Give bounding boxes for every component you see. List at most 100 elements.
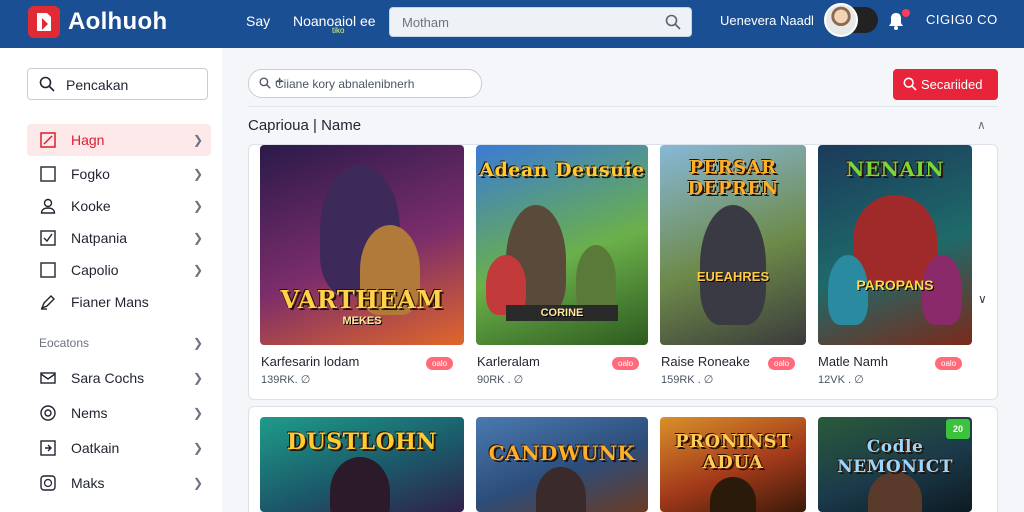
game-art-title: Adean Deusuie: [479, 159, 645, 181]
game-card-art[interactable]: NENAIN PAROPANS: [818, 145, 972, 345]
game-art-subtitle: CORINE: [506, 305, 618, 321]
nav-link-say[interactable]: Say: [246, 13, 270, 29]
chevron-right-icon: ❯: [192, 167, 203, 181]
game-card-art[interactable]: PRONINST ADUA: [660, 417, 806, 512]
game-art-subtitle: PAROPANS: [856, 277, 934, 293]
square-icon: [40, 166, 56, 182]
game-card-badge: oalo: [935, 357, 963, 370]
sidebar-item-fianer-mans[interactable]: Fianer Mans: [27, 286, 211, 318]
mail-icon: [40, 372, 56, 384]
game-card-meta: 90RK . ∅: [477, 374, 524, 386]
game-art-title: PERSAR DEPREN: [687, 157, 779, 199]
game-art-title: CANDWUNK: [488, 441, 636, 465]
game-card-title[interactable]: Raise Roneake: [661, 354, 750, 369]
square-icon: [40, 262, 56, 278]
sidebar: Pencakan Hagn ❯ Fogko ❯ Kooke ❯ Natpania…: [0, 48, 222, 512]
sidebar-item-natpania[interactable]: Natpania ❯: [27, 222, 211, 254]
chevron-right-icon: ❯: [192, 406, 203, 420]
game-card-art[interactable]: VARTHEAM MEKES: [260, 145, 464, 345]
sidebar-item-capolio[interactable]: Capolio ❯: [27, 254, 211, 286]
app-name: Aolhuoh: [68, 8, 168, 35]
sidebar-item-kooke[interactable]: Kooke ❯: [27, 190, 211, 222]
toolbar-divider: [248, 106, 998, 107]
chevron-right-icon[interactable]: ❯: [193, 336, 203, 350]
nav-badge: tiko: [332, 26, 345, 35]
sidebar-item-hagn[interactable]: Hagn ❯: [27, 124, 211, 156]
sidebar-search[interactable]: Pencakan: [27, 68, 208, 100]
content-search-bar[interactable]: Ciiane kory abnalenibnerh +: [248, 69, 482, 98]
game-art-title: NENAIN: [846, 157, 944, 181]
chevron-right-icon: ❯: [192, 476, 203, 490]
chevron-down-icon[interactable]: ∨: [978, 292, 987, 306]
game-art-title: DUSTLOHN: [286, 429, 438, 455]
chevron-right-icon: ❯: [192, 199, 203, 213]
sidebar-item-label: Capolio: [71, 262, 119, 278]
app-logo-icon[interactable]: [28, 6, 60, 38]
globe-box-icon: [40, 475, 56, 491]
sidebar-item-fogko[interactable]: Fogko ❯: [27, 158, 211, 190]
section-title: Caprioua | Name: [248, 117, 362, 134]
sidebar-section-label: Eocatons: [39, 336, 90, 350]
user-icon: [40, 198, 56, 214]
sidebar-item-oatkain[interactable]: Oatkain ❯: [27, 432, 211, 464]
sidebar-item-label: Natpania: [71, 230, 128, 246]
game-art-title: VARTHEAM: [280, 285, 444, 314]
game-card-art[interactable]: Adean Deusuie CORINE: [476, 145, 648, 345]
game-card-badge: oalo: [768, 357, 796, 370]
sidebar-item-label: Nems: [71, 405, 108, 421]
circle-target-icon: [40, 405, 56, 421]
sidebar-item-label: Fianer Mans: [71, 294, 149, 310]
search-icon: [259, 77, 271, 92]
sidebar-item-label: Fogko: [71, 166, 110, 182]
pen-icon: [40, 295, 55, 310]
game-card-title[interactable]: Karfesarin lodam: [261, 354, 359, 369]
chevron-right-icon: ❯: [192, 263, 203, 277]
notification-dot: [902, 9, 910, 17]
add-filter-icon[interactable]: +: [275, 74, 469, 92]
game-art-title: Codle NEMONICT: [837, 437, 953, 477]
chevron-up-icon[interactable]: ∧: [977, 118, 986, 132]
avatar[interactable]: [824, 3, 858, 37]
sidebar-item-label: Sara Cochs: [71, 370, 145, 386]
chevron-right-icon: ❯: [192, 133, 203, 147]
game-card-badge: oalo: [426, 357, 454, 370]
game-art-subtitle: MEKES: [342, 315, 382, 327]
game-card-art[interactable]: PERSAR DEPREN EUEAHRES: [660, 145, 806, 345]
game-card-meta: 139RK. ∅: [261, 374, 311, 386]
new-badge: 20: [946, 419, 970, 439]
game-art-title: PRONINST ADUA: [675, 431, 791, 473]
game-card-art[interactable]: CANDWUNK: [476, 417, 648, 512]
edit-square-icon: [40, 132, 56, 148]
notification-bell-icon[interactable]: [888, 12, 904, 35]
search-action-button[interactable]: Secariided: [893, 69, 998, 100]
share-box-icon: [40, 440, 56, 456]
game-card-art[interactable]: DUSTLOHN: [260, 417, 464, 512]
game-art-subtitle: EUEAHRES: [696, 269, 770, 284]
top-header: Aolhuoh Say Noanoaiol ee tiko Motham Uen…: [0, 0, 1024, 48]
user-name[interactable]: Uenevera Naadl: [720, 13, 814, 28]
sidebar-item-nems[interactable]: Nems ❯: [27, 397, 211, 429]
game-card-meta: 159RK . ∅: [661, 374, 714, 386]
game-card-badge: oalo: [612, 357, 640, 370]
sidebar-search-label: Pencakan: [66, 77, 129, 93]
search-action-label: Secariided: [921, 77, 983, 92]
chevron-right-icon: ❯: [192, 441, 203, 455]
global-search-input[interactable]: Motham: [402, 15, 449, 30]
sidebar-item-label: Hagn: [71, 132, 105, 148]
sidebar-item-maks[interactable]: Maks ❯: [27, 467, 211, 499]
global-search-bar[interactable]: Motham: [389, 7, 692, 37]
account-balance[interactable]: CIGIG0 CO: [926, 12, 998, 27]
sidebar-item-label: Maks: [71, 475, 105, 491]
game-card-meta: 12VK . ∅: [818, 374, 864, 386]
search-icon[interactable]: [665, 14, 681, 35]
search-icon: [903, 77, 917, 94]
search-icon: [39, 76, 55, 95]
chevron-right-icon: ❯: [192, 371, 203, 385]
game-card-title[interactable]: Matle Namh: [818, 354, 888, 369]
sidebar-item-label: Kooke: [71, 198, 111, 214]
sidebar-item-label: Oatkain: [71, 440, 120, 456]
sidebar-item-sara-cochs[interactable]: Sara Cochs ❯: [27, 362, 211, 394]
game-card-title[interactable]: Karleralam: [477, 354, 540, 369]
check-square-icon: [40, 230, 56, 246]
chevron-right-icon: ❯: [192, 231, 203, 245]
